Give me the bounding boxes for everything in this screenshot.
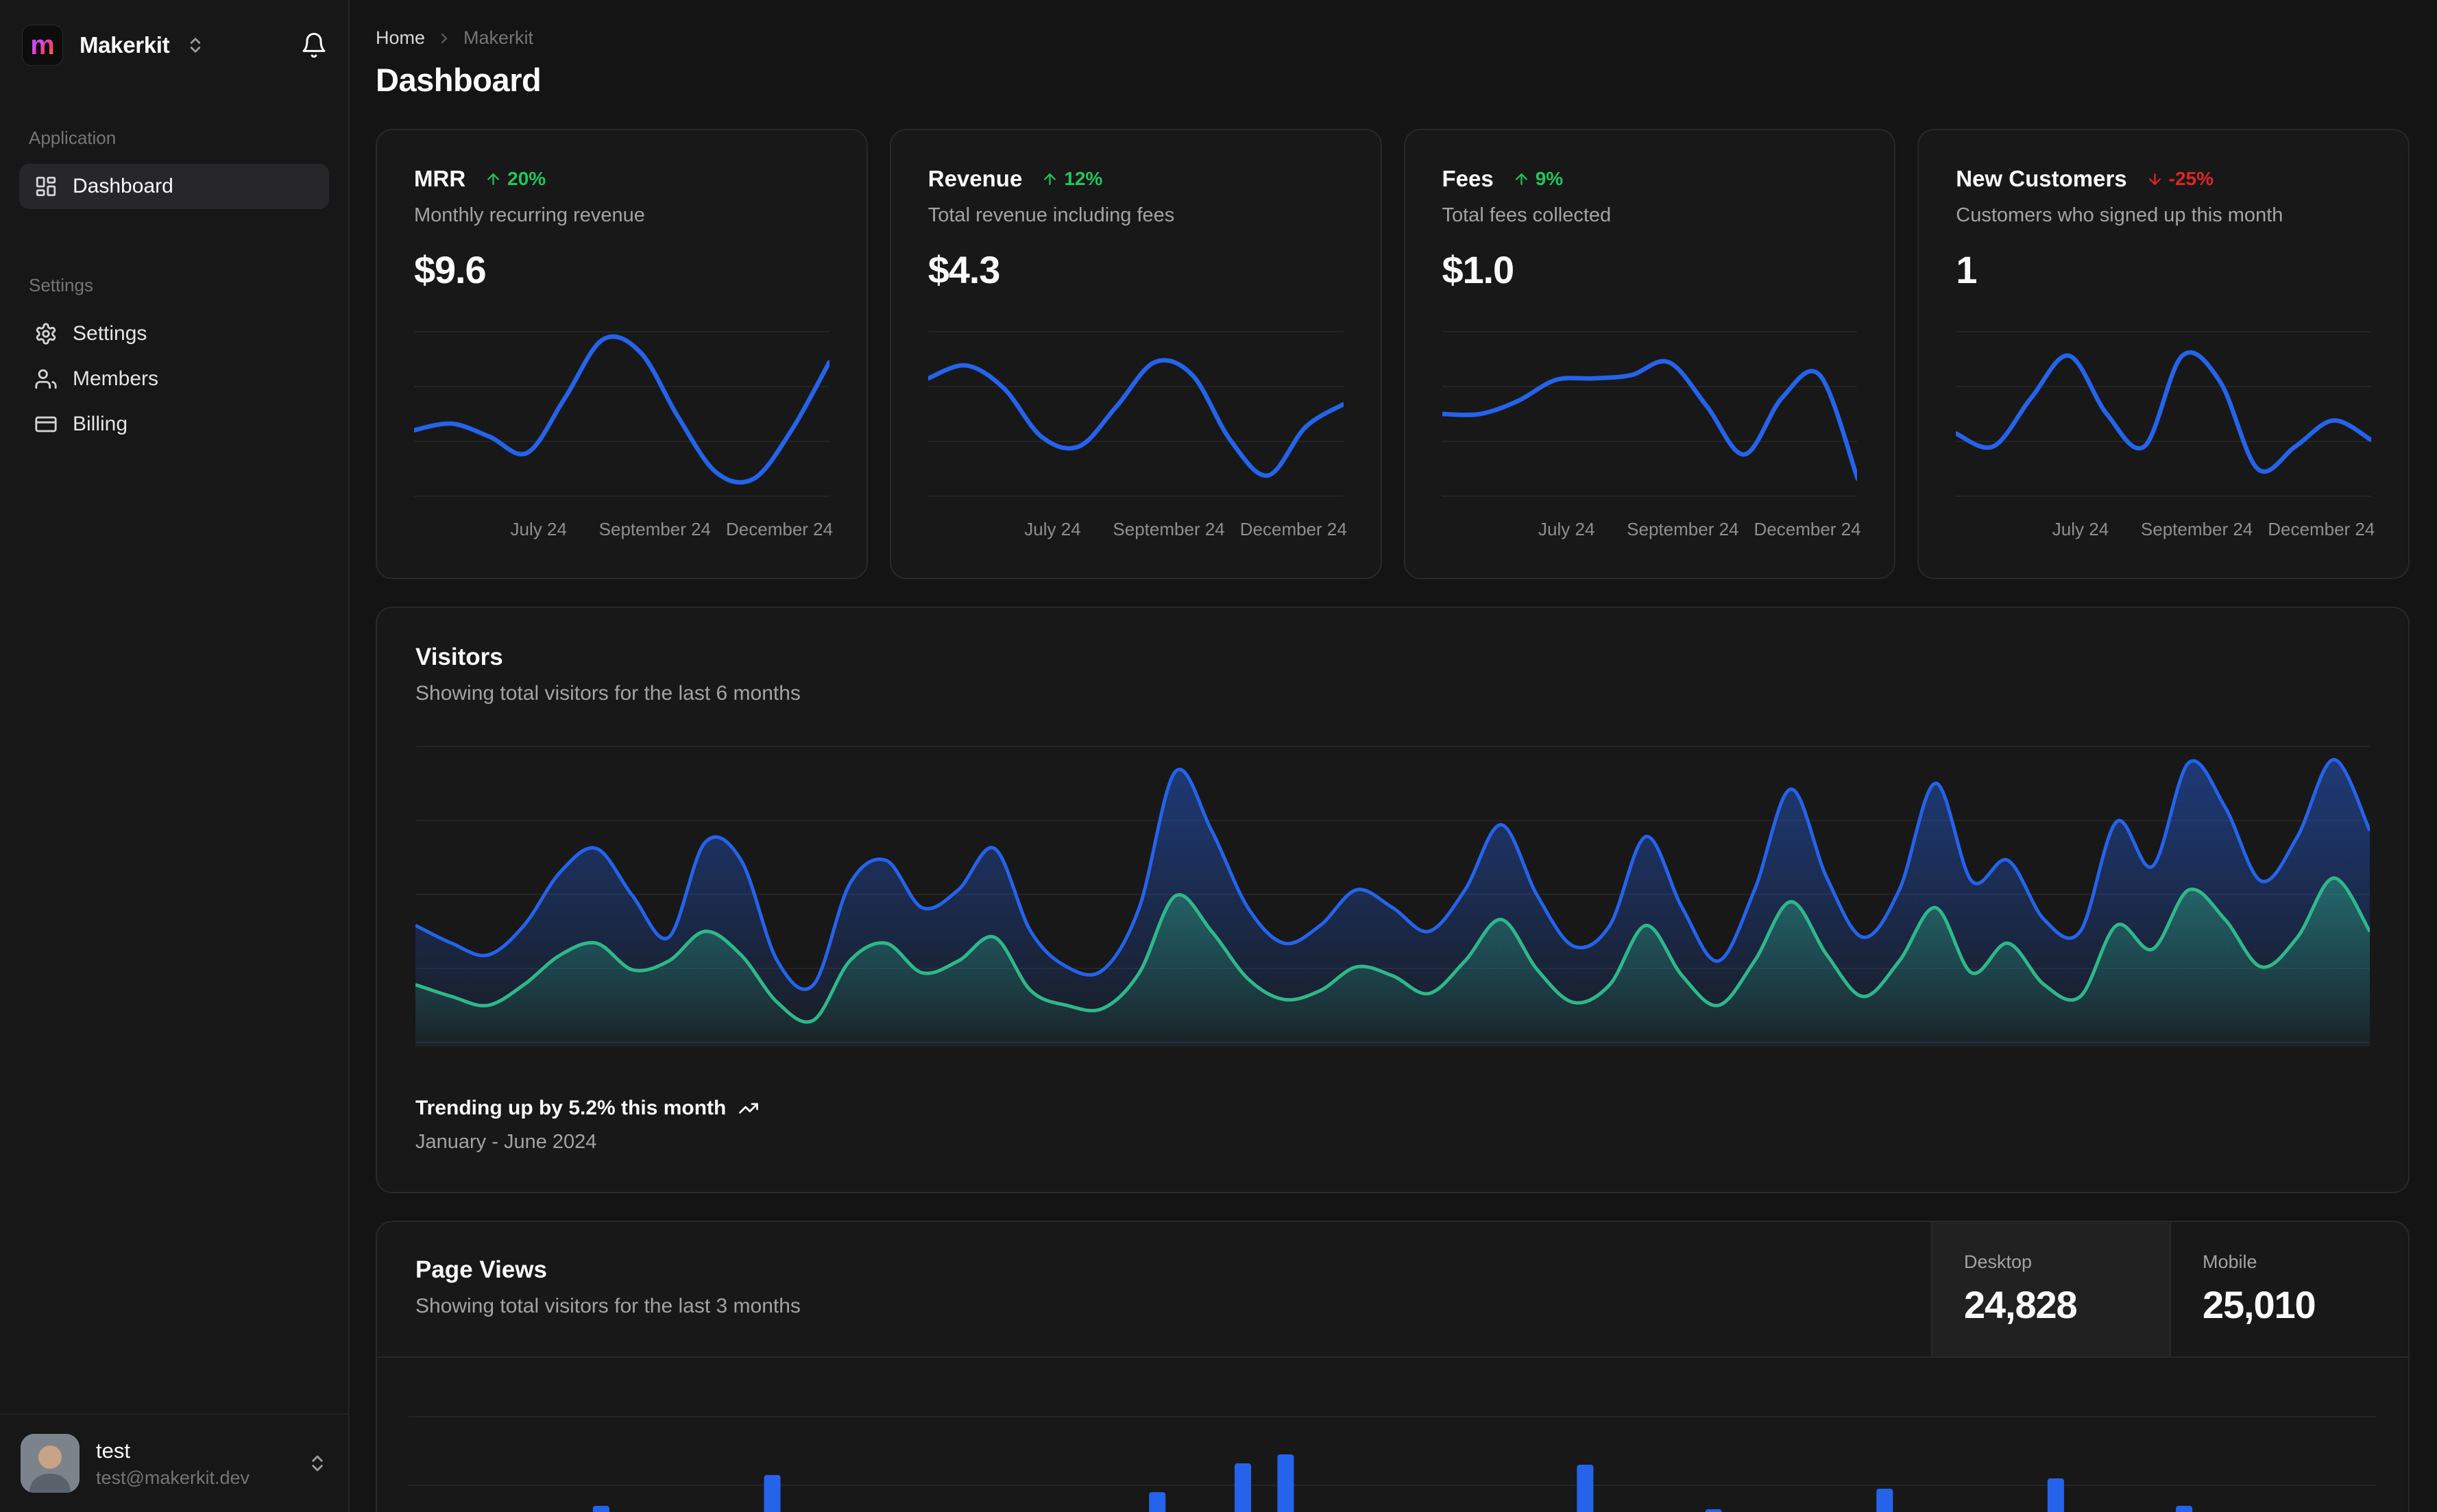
chevrons-up-down-icon [307,1453,328,1474]
stat-card-revenue: Revenue 12% Total revenue including fees… [889,129,1382,579]
visitors-area-chart [414,746,2372,1047]
toggle-label: Mobile [2203,1252,2257,1272]
sidebar-item-members[interactable]: Members [19,356,329,402]
x-axis-label: December 24 [726,519,834,539]
sidebar-item-billing[interactable]: Billing [19,402,329,447]
visitors-subtitle: Showing total visitors for the last 6 mo… [415,682,801,705]
toggle-value: 24,828 [1964,1283,2078,1326]
x-axis-label: July 24 [510,519,567,539]
user-menu[interactable]: test test@makerkit.dev [0,1413,348,1512]
arrow-down-icon [2146,171,2163,188]
sparkline-chart: July 24 September 24 December 24 [925,328,1347,549]
trend-value: -25% [2168,168,2214,189]
trend-badge: 12% [1041,168,1102,190]
trend-value: 9% [1535,168,1564,189]
x-axis-label: September 24 [1113,519,1225,539]
users-icon [34,367,58,391]
page-views-bar-chart [377,1358,2408,1512]
sidebar-item-label: Members [73,367,159,390]
visitors-date-range: January - June 2024 [415,1131,597,1153]
sidebar-nav: Application Dashboard Settings Settings … [0,127,348,447]
sidebar-item-label: Settings [73,322,147,345]
stat-subtitle: Customers who signed up this month [1956,204,2283,226]
x-axis-label: September 24 [1627,519,1739,539]
sparkline-chart: July 24 September 24 December 24 [1440,328,1861,549]
sidebar-item-label: Dashboard [73,175,173,197]
stat-card-fees: Fees 9% Total fees collected $1.0 July 2… [1403,129,1896,579]
page-views-card: Page Views Showing total visitors for th… [376,1221,2410,1512]
x-axis-label: December 24 [1239,519,1347,539]
page-views-subtitle: Showing total visitors for the last 3 mo… [415,1295,801,1317]
x-axis-label: September 24 [2140,519,2253,539]
stat-title: Fees [1442,166,1494,191]
stat-value: $9.6 [414,248,487,291]
x-axis-label: December 24 [2268,519,2375,539]
visitors-title: Visitors [415,644,503,670]
stat-card-mrr: MRR 20% Monthly recurring revenue $9.6 J… [376,129,868,579]
sidebar: m Makerkit Application Dashboard Setting… [0,0,350,1512]
trend-badge: 20% [485,168,546,190]
avatar [21,1434,80,1493]
workspace-header: m Makerkit [0,0,348,73]
stat-title: Revenue [927,166,1023,191]
x-axis-label: July 24 [2052,519,2109,539]
visitors-trend-text: Trending up by 5.2% this month [415,1097,727,1119]
trend-badge: -25% [2146,168,2214,190]
credit-card-icon [34,413,58,436]
stat-card-new-customers: New Customers -25% Customers who signed … [1917,129,2410,579]
gear-icon [34,322,58,345]
toggle-value: 25,010 [2203,1283,2316,1326]
stat-value: $1.0 [1442,248,1515,291]
trend-value: 12% [1064,168,1103,189]
stat-subtitle: Total fees collected [1442,204,1612,226]
stat-cards-row: MRR 20% Monthly recurring revenue $9.6 J… [376,129,2410,579]
page-title: Dashboard [376,62,542,98]
sparkline-chart: July 24 September 24 December 24 [1954,328,2375,549]
sidebar-item-settings[interactable]: Settings [19,311,329,356]
chevrons-up-down-icon[interactable] [186,36,205,55]
trend-value: 20% [507,168,546,189]
sidebar-item-dashboard[interactable]: Dashboard [19,164,329,209]
workspace-name: Makerkit [80,32,170,58]
x-axis-label: September 24 [598,519,711,539]
x-axis-label: July 24 [1024,519,1081,539]
stat-value: 1 [1956,248,1977,291]
logo-letter: m [30,30,55,60]
trending-up-icon [738,1098,759,1119]
bell-icon[interactable] [300,32,328,59]
trend-badge: 9% [1513,168,1563,190]
main-content: Home Makerkit Dashboard MRR 20% Monthly … [350,0,2437,1512]
breadcrumb-home-link[interactable]: Home [376,27,425,49]
chevron-right-icon [436,30,452,47]
breadcrumb-current: Makerkit [463,27,534,48]
visitors-card: Visitors Showing total visitors for the … [376,607,2410,1193]
stat-title: New Customers [1956,166,2127,191]
breadcrumb: Home Makerkit [376,27,2410,49]
sidebar-item-label: Billing [73,413,128,435]
toggle-mobile[interactable]: Mobile 25,010 [2170,1222,2408,1356]
x-axis-label: July 24 [1538,519,1595,539]
user-name: test [96,1438,130,1463]
nav-section-label-settings: Settings [29,275,93,295]
nav-section-label-application: Application [29,127,117,148]
arrow-up-icon [485,171,502,188]
x-axis-label: December 24 [1754,519,1861,539]
stat-title: MRR [414,166,466,191]
stat-subtitle: Total revenue including fees [927,204,1175,226]
toggle-desktop[interactable]: Desktop 24,828 [1931,1222,2170,1356]
page-views-title: Page Views [415,1256,547,1283]
sparkline-chart: July 24 September 24 December 24 [411,328,833,549]
user-email: test@makerkit.dev [96,1467,250,1488]
arrow-up-icon [1041,171,1058,188]
stat-value: $4.3 [927,248,1001,291]
stat-subtitle: Monthly recurring revenue [414,204,645,226]
arrow-up-icon [1513,171,1530,188]
toggle-label: Desktop [1964,1252,2033,1272]
layout-dashboard-icon [34,175,58,198]
makerkit-logo: m [22,25,63,66]
